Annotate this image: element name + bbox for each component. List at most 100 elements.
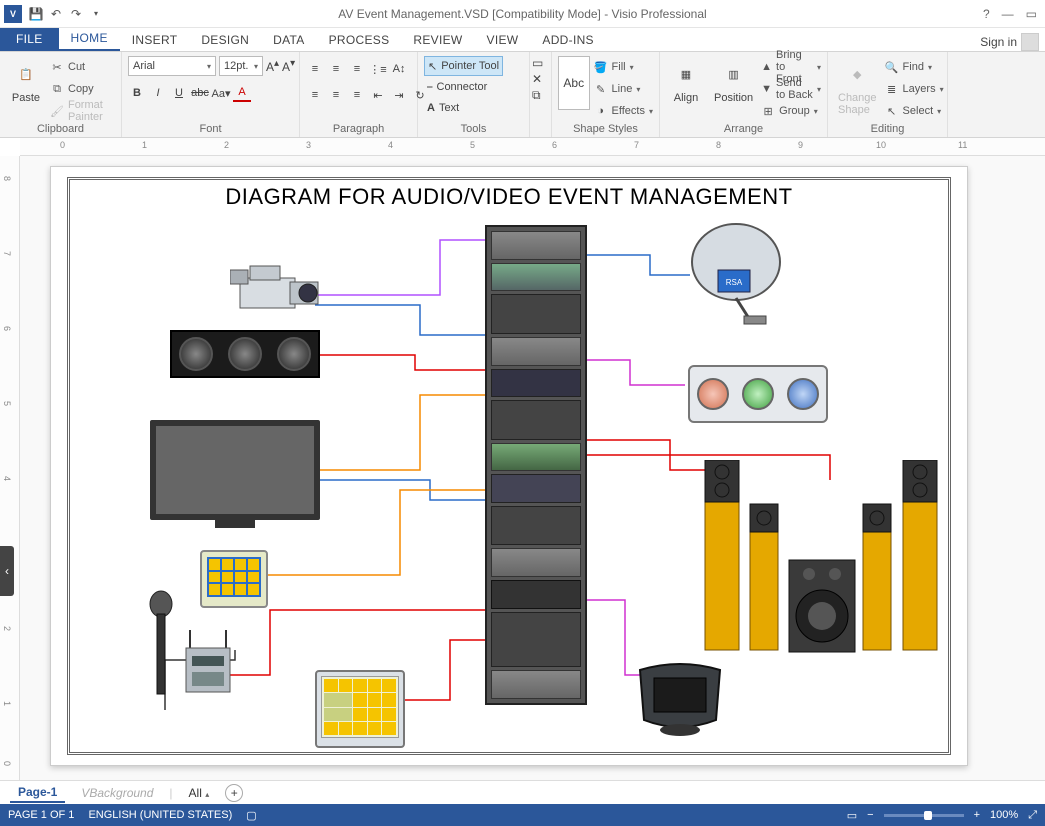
fill-button[interactable]: 🪣Fill▾ bbox=[594, 58, 653, 76]
device-video-camera[interactable] bbox=[230, 260, 325, 318]
tab-review[interactable]: REVIEW bbox=[401, 29, 474, 51]
device-stage-lights[interactable] bbox=[688, 365, 828, 423]
status-language[interactable]: ENGLISH (UNITED STATES) bbox=[88, 809, 232, 821]
align-top-button[interactable]: ≡ bbox=[306, 60, 324, 78]
help-icon[interactable]: ? bbox=[983, 7, 990, 21]
font-size-select[interactable]: 12pt.▾ bbox=[219, 56, 263, 76]
font-family-select[interactable]: Arial▾ bbox=[128, 56, 216, 76]
page-tab-all[interactable]: All ▴ bbox=[181, 784, 218, 802]
indent-inc-button[interactable]: ⇥ bbox=[390, 86, 408, 104]
device-display-monitor[interactable] bbox=[150, 420, 320, 532]
device-control-console[interactable] bbox=[315, 670, 405, 748]
save-icon[interactable]: 💾 bbox=[28, 6, 44, 22]
align-left-button[interactable]: ≡ bbox=[306, 86, 324, 104]
strike-button[interactable]: abc bbox=[191, 84, 209, 102]
bring-front-button[interactable]: ▲Bring to Front▾ bbox=[761, 58, 821, 76]
group-button[interactable]: ⊞Group▾ bbox=[761, 102, 821, 120]
send-back-button[interactable]: ▼Send to Back▾ bbox=[761, 80, 821, 98]
find-button[interactable]: 🔍Find▾ bbox=[885, 58, 944, 76]
sign-in[interactable]: Sign in bbox=[980, 33, 1045, 51]
connector-tool-button[interactable]: ⎯Connector bbox=[424, 77, 490, 97]
quick-access-toolbar: 💾 ↶ ↷ ▾ bbox=[28, 6, 104, 22]
redo-icon[interactable]: ↷ bbox=[68, 6, 84, 22]
fit-page-icon[interactable]: ⤢ bbox=[1028, 809, 1037, 822]
cut-icon: ✂ bbox=[50, 60, 64, 74]
change-shape-button[interactable]: ◆Change Shape bbox=[834, 56, 881, 118]
pointer-tool-button[interactable]: ↖Pointer Tool bbox=[424, 56, 503, 76]
qat-more-icon[interactable]: ▾ bbox=[88, 6, 104, 22]
cut-button[interactable]: ✂Cut bbox=[50, 58, 115, 76]
indent-dec-button[interactable]: ⇤ bbox=[369, 86, 387, 104]
quick-styles-gallery[interactable]: Abc bbox=[558, 56, 590, 110]
zoom-out-button[interactable]: − bbox=[867, 809, 873, 821]
tab-design[interactable]: DESIGN bbox=[189, 29, 261, 51]
sign-in-label: Sign in bbox=[980, 35, 1017, 49]
group-label: Paragraph bbox=[306, 121, 411, 135]
send-back-icon: ▼ bbox=[761, 82, 772, 96]
tab-process[interactable]: PROCESS bbox=[317, 29, 402, 51]
rectangle-tool-button[interactable]: ▭ bbox=[532, 56, 543, 70]
select-button[interactable]: ↖Select▾ bbox=[885, 102, 944, 120]
device-center-speaker[interactable] bbox=[170, 330, 320, 378]
freeform-tool-button[interactable]: ✕ bbox=[532, 72, 542, 86]
shrink-font-button[interactable]: A▾ bbox=[282, 58, 295, 74]
tab-home[interactable]: HOME bbox=[59, 27, 120, 51]
line-button[interactable]: ✎Line▾ bbox=[594, 80, 653, 98]
tab-insert[interactable]: INSERT bbox=[120, 29, 190, 51]
format-painter-icon: 🖌 bbox=[50, 104, 64, 118]
case-button[interactable]: Aa▾ bbox=[212, 84, 230, 102]
tab-view[interactable]: VIEW bbox=[475, 29, 531, 51]
restore-icon[interactable]: ▭ bbox=[1026, 7, 1037, 21]
macro-record-icon[interactable]: ▢ bbox=[246, 809, 256, 822]
bullets-button[interactable]: ⋮≡ bbox=[369, 60, 387, 78]
device-tower-speakers[interactable] bbox=[695, 460, 945, 655]
canvas-area: ‹ 8 7 6 5 4 3 2 1 0 DIAGRAM FOR AUDIO/VI… bbox=[0, 156, 1045, 780]
text-tool-button[interactable]: AText bbox=[424, 98, 462, 118]
align-button[interactable]: ▦Align bbox=[666, 56, 706, 106]
format-painter-button[interactable]: 🖌Format Painter bbox=[50, 102, 115, 120]
zoom-level[interactable]: 100% bbox=[990, 809, 1018, 821]
copy-button[interactable]: ⧉Copy bbox=[50, 80, 115, 98]
undo-icon[interactable]: ↶ bbox=[48, 6, 64, 22]
tab-data[interactable]: DATA bbox=[261, 29, 316, 51]
device-projector[interactable] bbox=[630, 660, 730, 740]
minimize-icon[interactable]: — bbox=[1002, 7, 1014, 21]
device-wireless-receiver[interactable] bbox=[180, 630, 236, 700]
effects-icon: ◑ bbox=[594, 104, 608, 118]
align-icon: ▦ bbox=[670, 58, 702, 90]
device-microphone[interactable] bbox=[148, 590, 174, 700]
presentation-mode-icon[interactable]: ▭ bbox=[847, 809, 857, 822]
zoom-in-button[interactable]: + bbox=[974, 809, 980, 821]
spacing-button[interactable]: A↕ bbox=[390, 60, 408, 78]
layers-button[interactable]: ≣Layers▾ bbox=[885, 80, 944, 98]
effects-button[interactable]: ◑Effects▾ bbox=[594, 102, 653, 120]
grow-font-button[interactable]: A▴ bbox=[266, 58, 279, 74]
device-satellite-dish[interactable]: RSA bbox=[688, 220, 788, 325]
page-tab-vbackground[interactable]: VBackground bbox=[73, 784, 161, 802]
bold-button[interactable]: B bbox=[128, 84, 146, 102]
ruler-vertical: 8 7 6 5 4 3 2 1 0 bbox=[0, 156, 20, 780]
position-button[interactable]: ▥Position bbox=[710, 56, 757, 106]
tab-addins[interactable]: ADD-INS bbox=[530, 29, 605, 51]
font-color-button[interactable]: A bbox=[233, 84, 251, 102]
zoom-slider[interactable] bbox=[884, 814, 964, 817]
align-mid-button[interactable]: ≡ bbox=[327, 60, 345, 78]
align-bot-button[interactable]: ≡ bbox=[348, 60, 366, 78]
status-bar: PAGE 1 OF 1 ENGLISH (UNITED STATES) ▢ ▭ … bbox=[0, 804, 1045, 826]
group-label: Font bbox=[128, 121, 293, 135]
fill-icon: 🪣 bbox=[594, 60, 608, 74]
align-right-button[interactable]: ≡ bbox=[348, 86, 366, 104]
device-equipment-rack[interactable] bbox=[485, 225, 587, 705]
drawing-page[interactable]: DIAGRAM FOR AUDIO/VIDEO EVENT MANAGEMENT bbox=[50, 166, 968, 766]
align-center-button[interactable]: ≡ bbox=[327, 86, 345, 104]
crop-tool-button[interactable]: ⧉ bbox=[532, 88, 541, 103]
shapes-pane-toggle[interactable]: ‹ bbox=[0, 546, 14, 596]
add-page-button[interactable]: + bbox=[225, 784, 243, 802]
tab-file[interactable]: FILE bbox=[0, 27, 59, 51]
device-touch-panel[interactable] bbox=[200, 550, 268, 608]
drawing-canvas[interactable]: DIAGRAM FOR AUDIO/VIDEO EVENT MANAGEMENT bbox=[20, 156, 1045, 780]
underline-button[interactable]: U bbox=[170, 84, 188, 102]
italic-button[interactable]: I bbox=[149, 84, 167, 102]
page-tab-page1[interactable]: Page-1 bbox=[10, 783, 65, 803]
paste-button[interactable]: 📋 Paste bbox=[6, 56, 46, 106]
